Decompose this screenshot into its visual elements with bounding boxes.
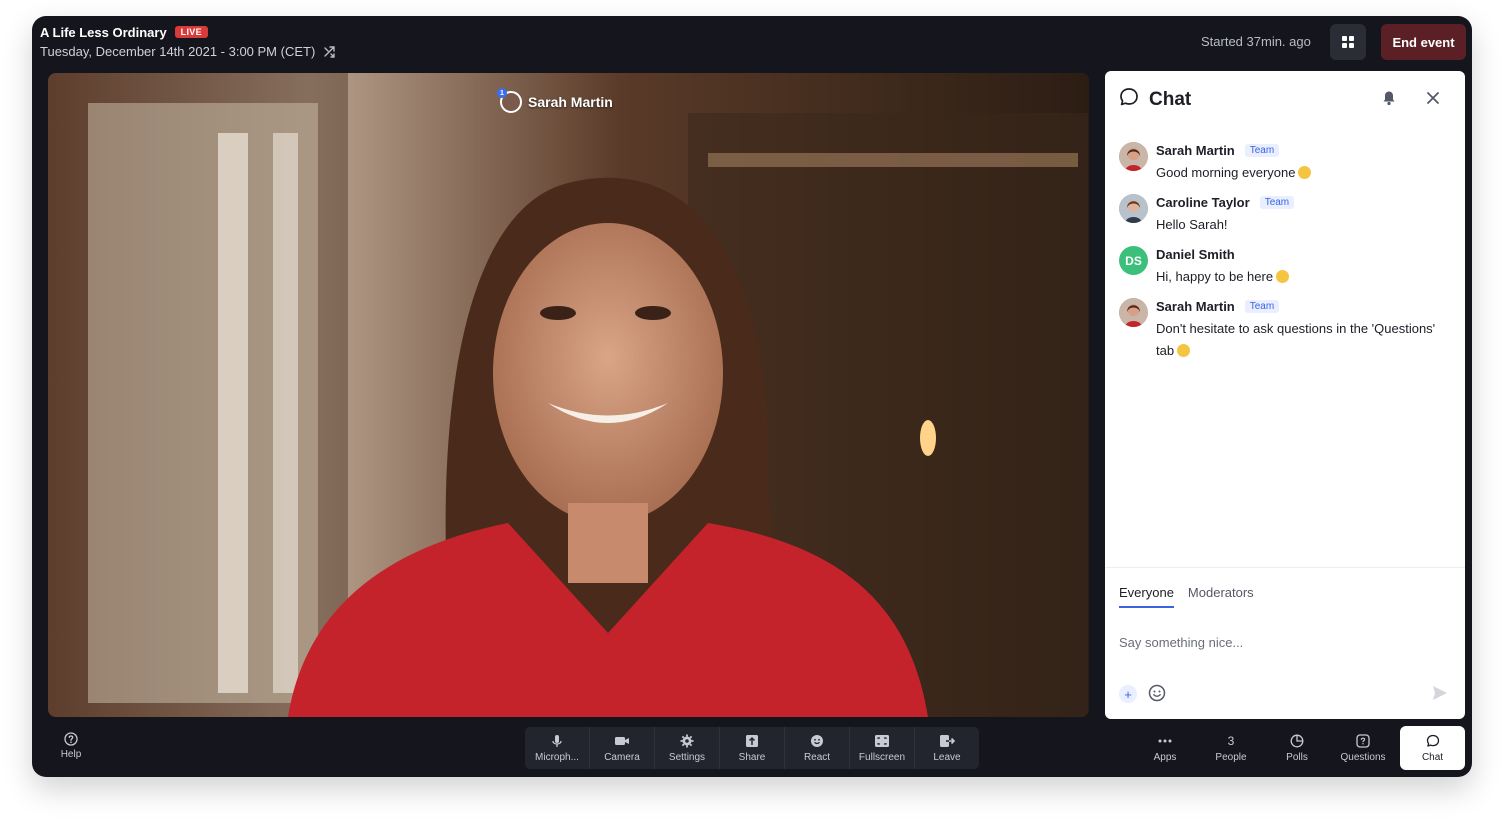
fullscreen-button[interactable]: Fullscreen <box>850 727 915 769</box>
team-badge: Team <box>1244 143 1280 157</box>
help-icon <box>64 732 78 746</box>
speaker-name: Sarah Martin <box>528 94 613 110</box>
avatar <box>1119 142 1148 171</box>
share-screen-icon <box>746 734 758 747</box>
people-count: 3 <box>1227 733 1235 748</box>
end-event-button[interactable]: End event <box>1381 24 1466 60</box>
chat-divider <box>1105 567 1465 568</box>
video-stage: 1 Sarah Martin <box>48 73 1089 717</box>
chat-message-input[interactable] <box>1119 631 1439 653</box>
react-button[interactable]: React <box>785 727 850 769</box>
leave-button[interactable]: Leave <box>915 727 979 769</box>
event-title: A Life Less Ordinary <box>40 24 167 40</box>
chat-message: Caroline Taylor Team Hello Sarah! <box>1119 194 1451 236</box>
camera-label: Camera <box>604 751 640 763</box>
active-speaker-tag: 1 Sarah Martin <box>497 88 613 113</box>
tab-everyone[interactable]: Everyone <box>1119 585 1174 608</box>
team-badge: Team <box>1259 195 1295 209</box>
smiley-icon <box>811 734 823 747</box>
right-nav: Apps 3 People Polls Questions <box>1132 727 1396 769</box>
message-text: Don't hesitate to ask questions in the '… <box>1156 321 1436 358</box>
message-author: Sarah Martin <box>1156 142 1235 158</box>
chat-tabs: Everyone Moderators <box>1119 585 1254 608</box>
event-date-row: Tuesday, December 14th 2021 - 3:00 PM (C… <box>40 44 337 59</box>
message-author: Caroline Taylor <box>1156 194 1250 210</box>
team-badge: Team <box>1244 299 1280 313</box>
react-label: React <box>803 751 831 763</box>
leave-label: Leave <box>933 751 961 763</box>
chat-nav-label: Chat <box>1421 751 1444 763</box>
share-button[interactable]: Share <box>720 727 785 769</box>
chat-panel: Chat Sarah Martin Team Good morning ever… <box>1105 71 1465 719</box>
event-title-row: A Life Less Ordinary LIVE <box>40 24 208 40</box>
tab-moderators[interactable]: Moderators <box>1188 585 1254 608</box>
avatar <box>1119 298 1148 327</box>
avatar: DS <box>1119 246 1148 275</box>
apps-button[interactable]: Apps <box>1132 727 1198 769</box>
gear-icon <box>680 734 694 747</box>
microphone-icon <box>552 734 562 747</box>
pie-chart-icon <box>1290 734 1304 747</box>
media-toolbar: Microph... Camera Settings Share React F… <box>525 727 979 769</box>
camera-icon <box>615 736 629 745</box>
settings-label: Settings <box>668 751 706 763</box>
chat-message: Sarah Martin Team Good morning everyone <box>1119 142 1451 184</box>
people-button[interactable]: 3 People <box>1198 727 1264 769</box>
close-icon[interactable] <box>1425 90 1441 111</box>
message-text: Hello Sarah! <box>1156 217 1228 232</box>
chat-title: Chat <box>1149 88 1192 110</box>
smile-emoji-icon <box>1298 166 1312 179</box>
chat-header: Chat <box>1119 87 1191 112</box>
event-window: A Life Less Ordinary LIVE Tuesday, Decem… <box>32 16 1472 777</box>
layout-grid-button[interactable] <box>1330 24 1366 60</box>
message-text: Good morning everyone <box>1156 165 1296 180</box>
avatar <box>1119 194 1148 223</box>
chat-bubble-icon <box>1119 87 1139 112</box>
share-label: Share <box>738 751 766 763</box>
grid-icon <box>1342 36 1354 48</box>
message-text: Hi, happy to be here <box>1156 269 1274 284</box>
polls-label: Polls <box>1286 751 1308 763</box>
settings-button[interactable]: Settings <box>655 727 720 769</box>
grin-emoji-icon <box>1276 270 1290 283</box>
fullscreen-label: Fullscreen <box>858 751 906 763</box>
microphone-button[interactable]: Microph... <box>525 727 590 769</box>
help-button[interactable]: Help <box>56 732 86 760</box>
fullscreen-icon <box>875 734 889 747</box>
leave-icon <box>940 734 955 747</box>
questions-button[interactable]: Questions <box>1330 727 1396 769</box>
more-dots-icon <box>1158 739 1172 742</box>
shuffle-icon[interactable] <box>323 45 337 59</box>
send-icon[interactable] <box>1431 684 1449 707</box>
camera-button[interactable]: Camera <box>590 727 655 769</box>
message-author: Daniel Smith <box>1156 246 1235 262</box>
message-author: Sarah Martin <box>1156 298 1235 314</box>
question-icon <box>1356 733 1370 748</box>
attach-plus-button[interactable]: + <box>1119 685 1137 703</box>
emoji-picker-icon[interactable] <box>1148 684 1166 707</box>
microphone-label: Microph... <box>535 751 579 763</box>
chat-message: DS Daniel Smith Hi, happy to be here <box>1119 246 1451 288</box>
event-date: Tuesday, December 14th 2021 - 3:00 PM (C… <box>40 44 316 59</box>
chat-bubble-icon <box>1426 734 1439 747</box>
started-time: Started 37min. ago <box>1201 34 1311 49</box>
questions-label: Questions <box>1340 751 1386 763</box>
speaker-count-badge: 1 <box>497 88 507 98</box>
apps-label: Apps <box>1153 751 1177 763</box>
people-label: People <box>1215 751 1247 763</box>
speaker-avatar: 1 <box>497 88 522 113</box>
chat-message: Sarah Martin Team Don't hesitate to ask … <box>1119 298 1451 362</box>
help-label: Help <box>60 749 82 760</box>
speaker-video-feed <box>48 73 1089 717</box>
polls-button[interactable]: Polls <box>1264 727 1330 769</box>
bell-icon[interactable] <box>1381 90 1397 111</box>
chat-nav-button[interactable]: Chat <box>1400 726 1465 770</box>
live-badge: LIVE <box>174 26 208 38</box>
wink-emoji-icon <box>1177 344 1191 357</box>
